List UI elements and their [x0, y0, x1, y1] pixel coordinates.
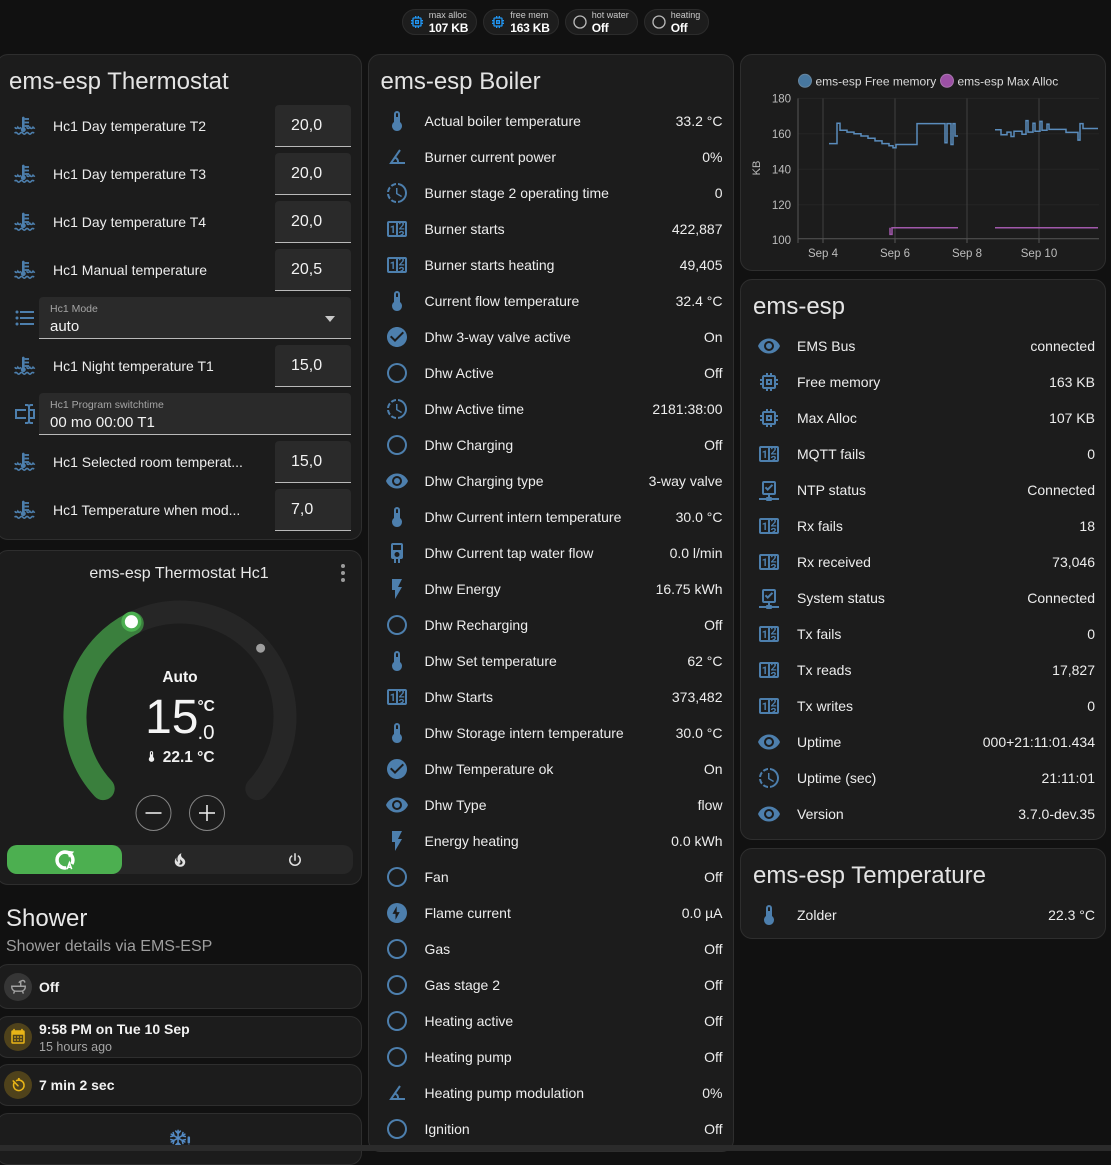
svg-text:160: 160 — [772, 129, 791, 141]
svg-text:Sep 8: Sep 8 — [952, 248, 982, 260]
svg-text:KB: KB — [751, 161, 763, 176]
svg-text:ems-esp Max Alloc: ems-esp Max Alloc — [958, 74, 1059, 88]
svg-text:100: 100 — [772, 235, 791, 247]
svg-text:Sep 4: Sep 4 — [808, 248, 839, 260]
svg-text:Sep 10: Sep 10 — [1021, 248, 1057, 260]
svg-text:140: 140 — [772, 164, 791, 176]
svg-text:ems-esp Free memory: ems-esp Free memory — [816, 74, 937, 88]
svg-text:Sep 6: Sep 6 — [880, 248, 910, 260]
svg-text:120: 120 — [772, 200, 791, 212]
svg-text:180: 180 — [772, 93, 791, 105]
